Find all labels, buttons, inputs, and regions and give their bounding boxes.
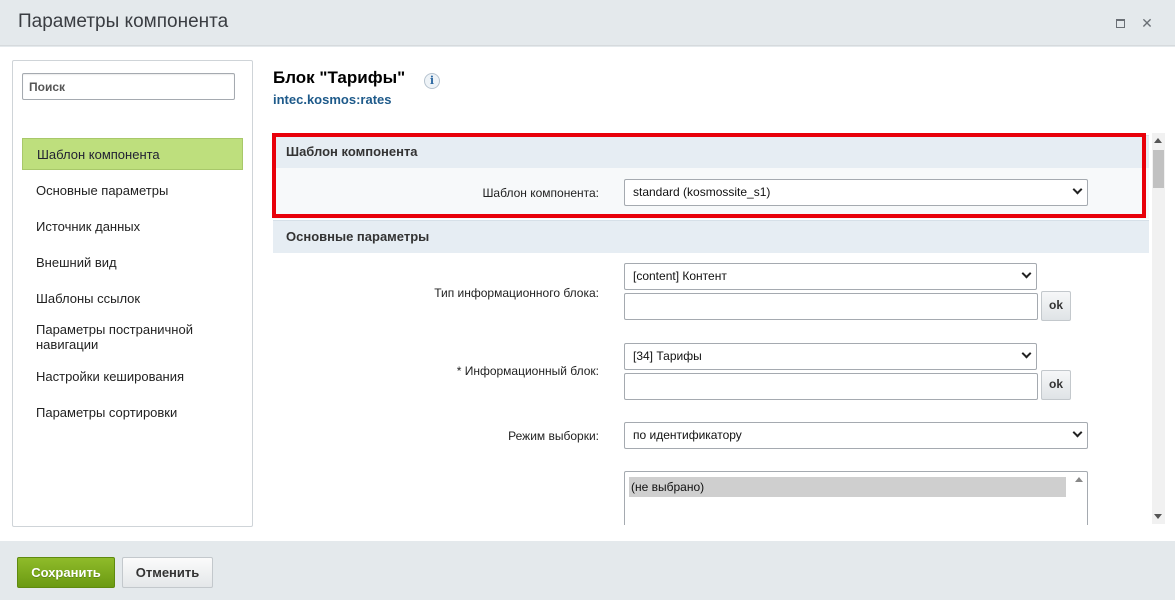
params-panel: Шаблон компонента Шаблон компонента: sta…	[273, 135, 1149, 525]
close-icon[interactable]: ✕	[1138, 14, 1156, 32]
iblock-input[interactable]	[624, 373, 1038, 400]
chevron-down-icon	[1021, 268, 1032, 279]
dialog-footer: Сохранить Отменить	[0, 541, 1175, 600]
mode-label: Режим выборки:	[508, 429, 599, 443]
template-field-label: Шаблон компонента:	[482, 186, 599, 200]
mode-select[interactable]: по идентификатору	[624, 422, 1088, 449]
sidebar-item-main-params[interactable]: Основные параметры	[22, 174, 243, 206]
iblock-type-ok-button[interactable]: ok	[1041, 291, 1071, 321]
sidebar-nav: Шаблон компонента Основные параметры Ист…	[22, 138, 243, 432]
maximize-icon[interactable]	[1111, 14, 1129, 32]
sidebar-item-sorting[interactable]: Параметры сортировки	[22, 396, 243, 428]
iblock-select[interactable]: [34] Тарифы	[624, 343, 1037, 370]
iblock-type-label: Тип информационного блока:	[434, 286, 599, 300]
iblock-type-input[interactable]	[624, 293, 1038, 320]
iblock-value: [34] Тарифы	[633, 349, 702, 363]
save-button[interactable]: Сохранить	[17, 557, 115, 588]
iblock-ok-button[interactable]: ok	[1041, 370, 1071, 400]
sidebar-item-appearance[interactable]: Внешний вид	[22, 246, 243, 278]
search-input[interactable]	[22, 73, 235, 100]
iblock-type-value: [content] Контент	[633, 269, 727, 283]
dialog-titlebar[interactable]: Параметры компонента ✕	[0, 0, 1175, 46]
dialog-title: Параметры компонента	[18, 11, 229, 32]
cancel-button[interactable]: Отменить	[122, 557, 213, 588]
template-select[interactable]: standard (kosmossite_s1)	[624, 179, 1088, 206]
block-title: Блок "Тарифы"	[273, 68, 406, 87]
listbox-scroll-up-icon[interactable]	[1075, 477, 1083, 482]
sidebar-item-template[interactable]: Шаблон компонента	[22, 138, 243, 170]
info-icon[interactable]: i	[424, 73, 440, 89]
chevron-down-icon	[1021, 348, 1032, 359]
scroll-down-icon[interactable]	[1154, 514, 1162, 519]
template-row: Шаблон компонента: standard (kosmossite_…	[273, 168, 1149, 219]
iblock-type-select[interactable]: [content] Контент	[624, 263, 1037, 290]
template-select-value: standard (kosmossite_s1)	[633, 185, 771, 199]
chevron-down-icon	[1072, 427, 1083, 438]
sidebar-item-data-source[interactable]: Источник данных	[22, 210, 243, 242]
scroll-up-icon[interactable]	[1154, 138, 1162, 143]
params-scrollbar[interactable]	[1152, 133, 1165, 524]
sidebar-item-link-templates[interactable]: Шаблоны ссылок	[22, 282, 243, 314]
section-header-template: Шаблон компонента	[273, 135, 1149, 168]
section-header-main: Основные параметры	[273, 220, 1149, 253]
sidebar: Шаблон компонента Основные параметры Ист…	[12, 60, 253, 527]
element-listbox[interactable]: (не выбрано)	[624, 471, 1088, 525]
iblock-label: * Информационный блок:	[456, 364, 599, 378]
sidebar-item-caching[interactable]: Настройки кеширования	[22, 360, 243, 392]
scrollbar-thumb[interactable]	[1153, 150, 1164, 188]
sidebar-item-pagination[interactable]: Параметры постраничной навигации	[22, 318, 243, 356]
component-code: intec.kosmos:rates	[273, 92, 392, 107]
chevron-down-icon	[1072, 184, 1083, 195]
listbox-option[interactable]: (не выбрано)	[629, 477, 1066, 497]
mode-value: по идентификатору	[633, 428, 742, 442]
